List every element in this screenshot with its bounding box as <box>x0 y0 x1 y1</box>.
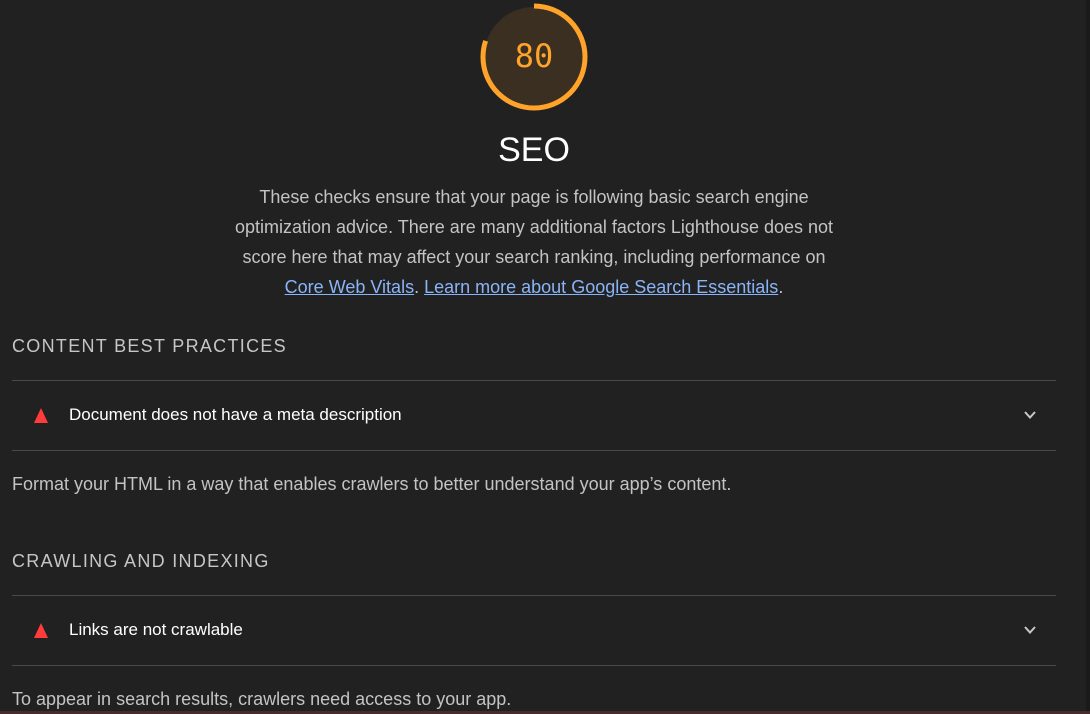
description-end: . <box>778 277 784 297</box>
divider <box>12 665 1056 666</box>
group-title-content-best-practices: CONTENT BEST PRACTICES <box>12 336 287 356</box>
description-separator: . <box>414 277 425 297</box>
chevron-down-icon[interactable] <box>1022 407 1038 423</box>
fail-triangle-icon <box>34 408 48 423</box>
core-web-vitals-link[interactable]: Core Web Vitals <box>285 277 414 297</box>
group-description: Format your HTML in a way that enables c… <box>12 474 732 494</box>
fail-triangle-icon <box>34 623 48 638</box>
category-title: SEO <box>498 131 570 169</box>
chevron-down-icon[interactable] <box>1022 622 1038 638</box>
group-title-crawling-and-indexing: CRAWLING AND INDEXING <box>12 551 270 571</box>
audit-title: Links are not crawlable <box>69 620 243 639</box>
category-description: These checks ensure that your page is fo… <box>224 182 844 302</box>
score-gauge[interactable]: 80 <box>478 2 590 114</box>
score-value: 80 <box>514 37 554 75</box>
audit-meta-description[interactable]: Document does not have a meta descriptio… <box>12 381 1056 449</box>
divider <box>12 450 1056 451</box>
description-text: These checks ensure that your page is fo… <box>234 187 834 267</box>
group-description: To appear in search results, crawlers ne… <box>12 689 512 709</box>
scrollbar-track[interactable] <box>1086 0 1090 714</box>
audit-title: Document does not have a meta descriptio… <box>69 405 402 424</box>
lighthouse-seo-category: 80 SEO These checks ensure that your pag… <box>0 0 1090 714</box>
learn-more-link[interactable]: Learn more about Google Search Essential… <box>424 277 778 297</box>
audit-links-not-crawlable[interactable]: Links are not crawlable <box>12 596 1056 664</box>
